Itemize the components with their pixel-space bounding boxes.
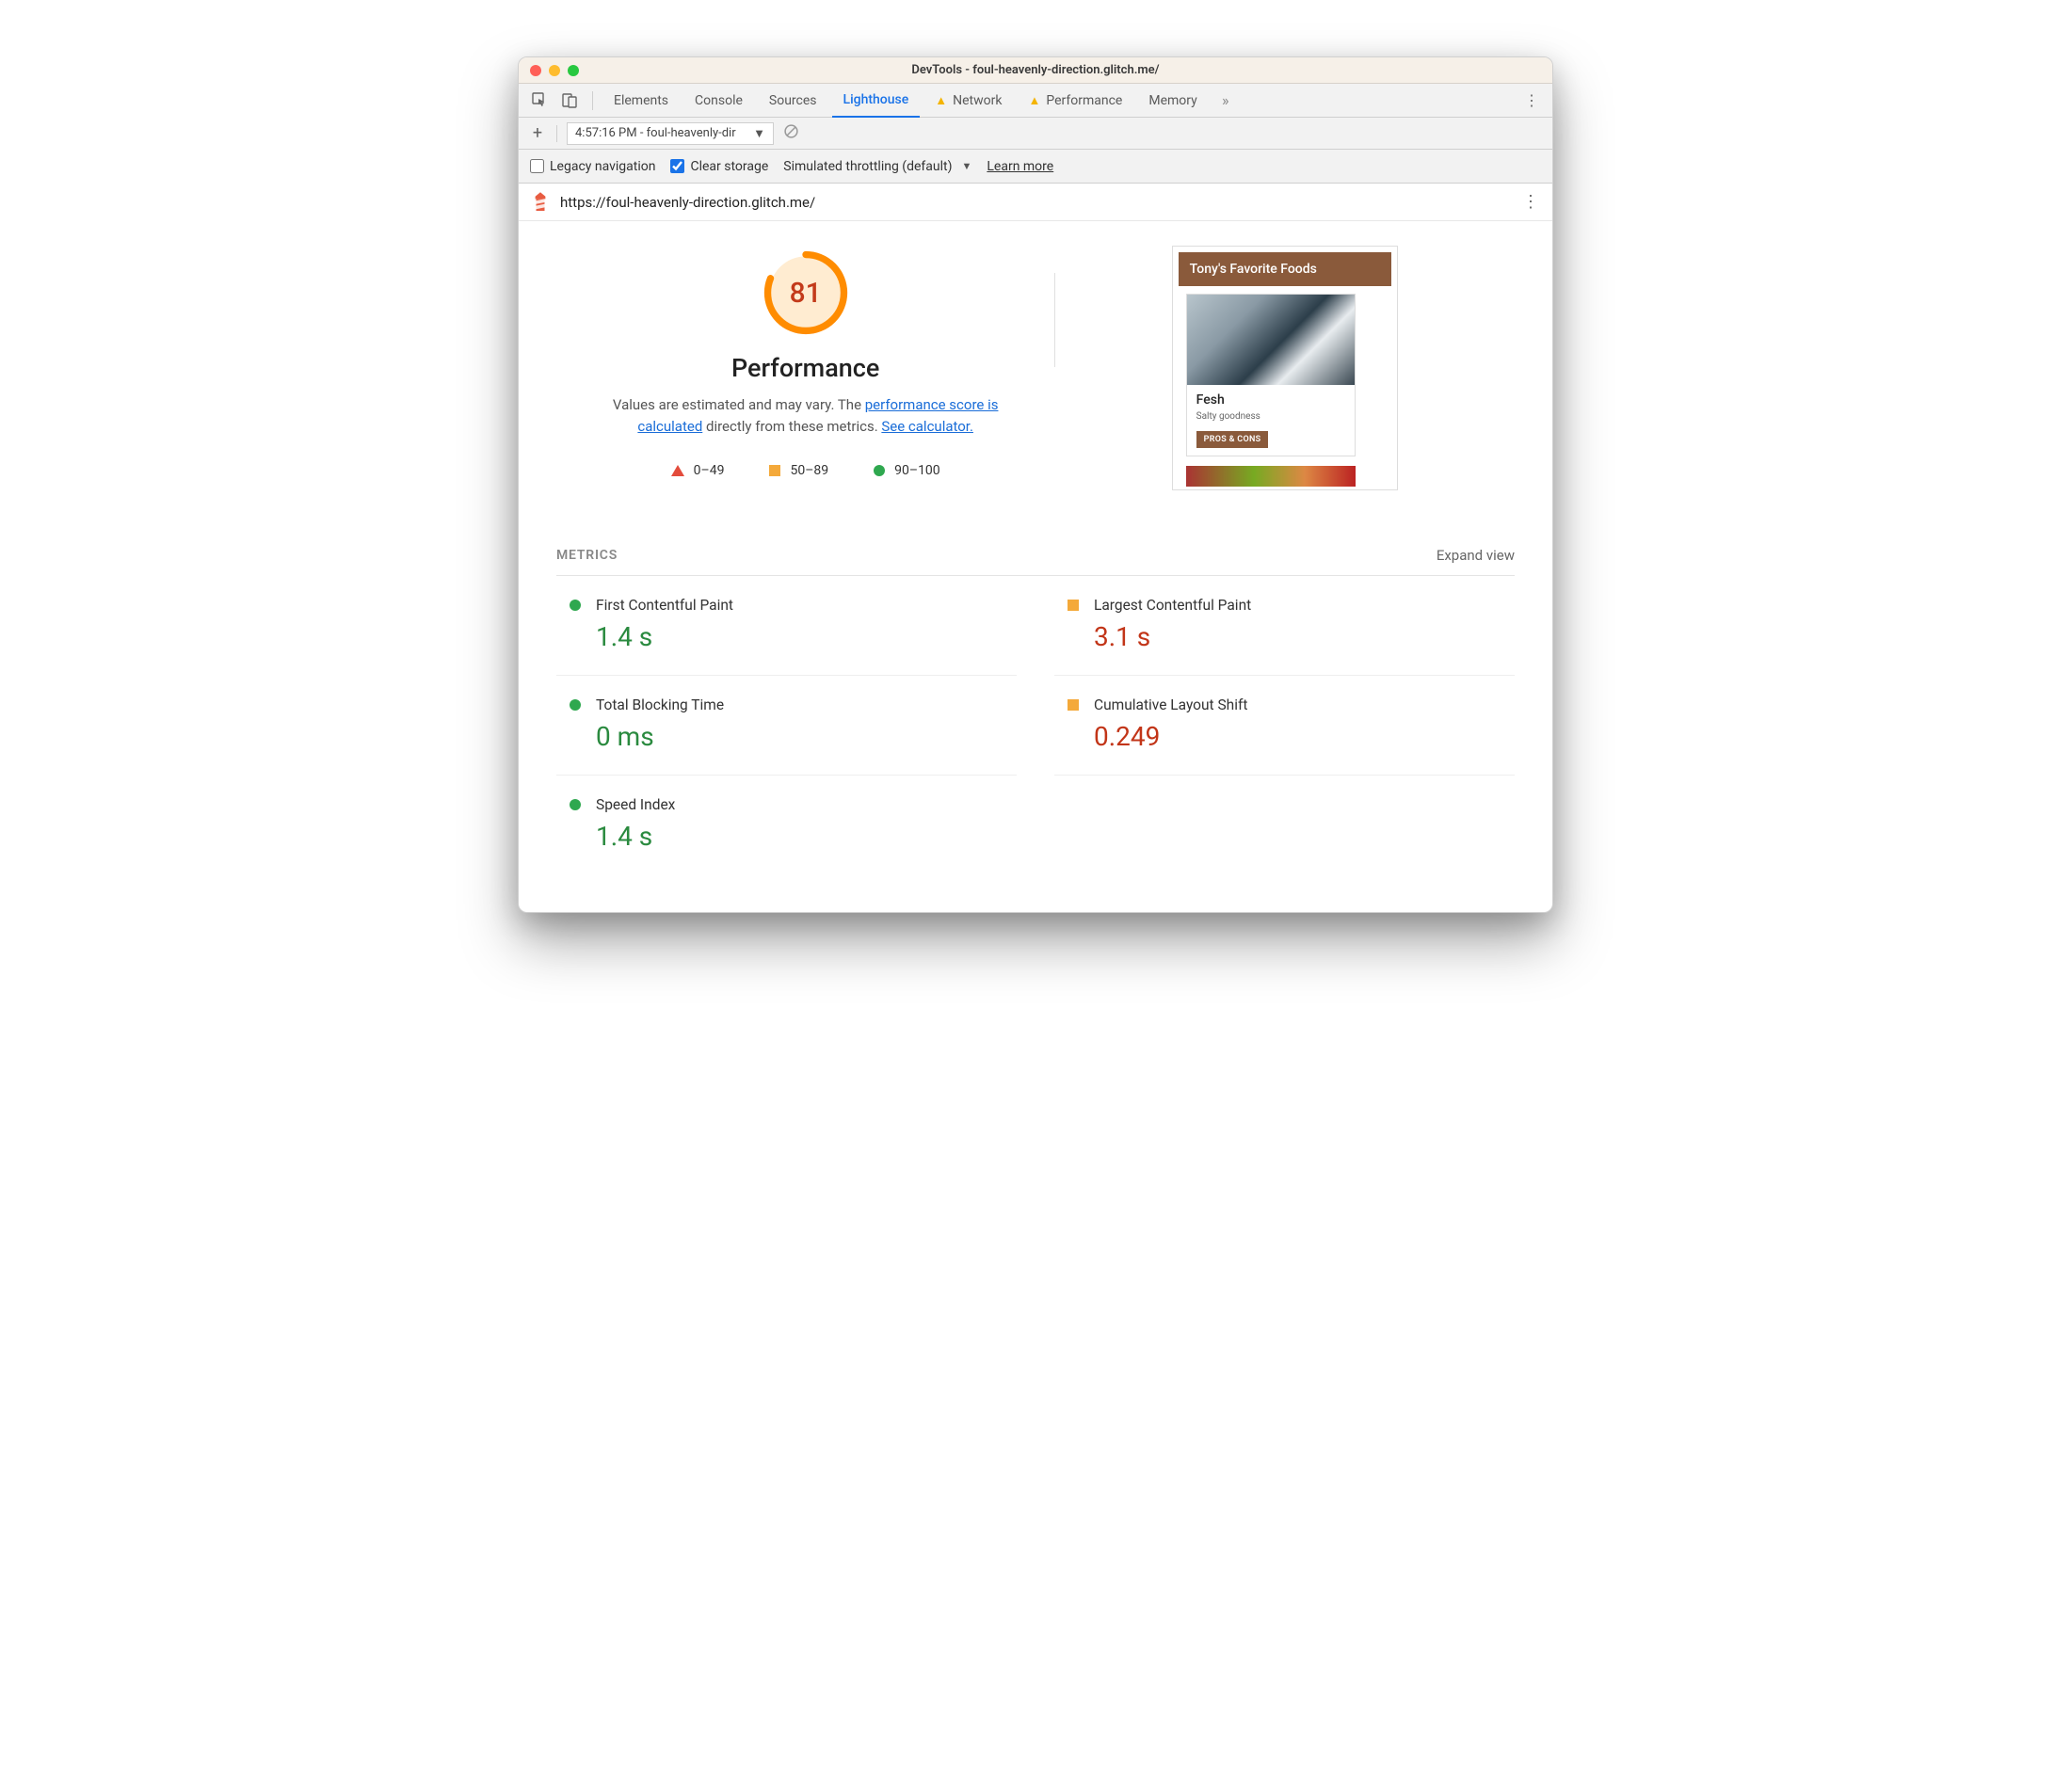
clear-storage-checkbox[interactable]: Clear storage [670, 159, 768, 174]
report-menu-icon[interactable]: ⋮ [1522, 192, 1539, 212]
tab-network[interactable]: ▲Network [923, 84, 1013, 118]
preview-header: Tony's Favorite Foods [1179, 252, 1391, 286]
preview-image [1187, 295, 1355, 385]
chevron-down-icon: ▼ [961, 160, 971, 172]
metric-tbt[interactable]: Total Blocking Time 0 ms [556, 676, 1017, 776]
score-description: Values are estimated and may vary. The p… [599, 394, 1013, 439]
report-body: 81 Performance Values are estimated and … [519, 221, 1552, 912]
report-url-row: https://foul-heavenly-direction.glitch.m… [519, 184, 1552, 221]
inspect-element-icon[interactable] [526, 88, 553, 114]
zoom-window-button[interactable] [568, 65, 579, 76]
tab-lighthouse[interactable]: Lighthouse [832, 84, 921, 118]
window-controls [530, 65, 579, 76]
legacy-nav-checkbox[interactable]: Legacy navigation [530, 159, 655, 174]
metric-fcp[interactable]: First Contentful Paint 1.4 s [556, 576, 1017, 676]
triangle-icon [671, 465, 684, 476]
minimize-window-button[interactable] [549, 65, 560, 76]
metric-value: 3.1 s [1094, 621, 1515, 652]
pass-icon [570, 699, 581, 711]
average-icon [1068, 699, 1079, 711]
category-title: Performance [731, 353, 879, 383]
new-report-button[interactable]: + [528, 123, 547, 143]
pass-icon [570, 799, 581, 810]
lighthouse-options: Legacy navigation Clear storage Simulate… [519, 150, 1552, 184]
score-hero: 81 Performance Values are estimated and … [556, 240, 1515, 490]
settings-gear-icon[interactable] [1488, 88, 1515, 114]
report-url: https://foul-heavenly-direction.glitch.m… [560, 194, 815, 211]
square-icon [769, 465, 780, 476]
tab-memory[interactable]: Memory [1137, 84, 1208, 118]
metric-si[interactable]: Speed Index 1.4 s [556, 776, 1017, 874]
average-icon [1068, 600, 1079, 611]
preview-strip [1186, 466, 1356, 487]
lighthouse-icon [532, 192, 549, 213]
pass-icon [570, 600, 581, 611]
warning-icon: ▲ [1028, 93, 1040, 108]
metrics-header: METRICS Expand view [556, 547, 1515, 576]
metrics-title: METRICS [556, 548, 618, 563]
preview-card: Fesh Salty goodness PROS & CONS [1186, 294, 1356, 456]
performance-gauge: 81 [763, 249, 849, 336]
tab-elements[interactable]: Elements [602, 84, 680, 118]
legend-fail: 0–49 [671, 463, 725, 478]
preview-card-title: Fesh [1196, 392, 1345, 408]
devtools-tabbar: Elements Console Sources Lighthouse ▲Net… [519, 84, 1552, 118]
lighthouse-toolbar: + 4:57:16 PM - foul-heavenly-dir ▼ [519, 118, 1552, 150]
page-screenshot-preview: Tony's Favorite Foods Fesh Salty goodnes… [1172, 246, 1398, 490]
preview-card-button: PROS & CONS [1196, 431, 1269, 448]
legend-average: 50–89 [769, 463, 828, 478]
metrics-grid: First Contentful Paint 1.4 s Largest Con… [556, 576, 1515, 874]
gauge-score: 81 [763, 249, 849, 336]
devtools-window: DevTools - foul-heavenly-direction.glitc… [518, 56, 1553, 913]
report-selector[interactable]: 4:57:16 PM - foul-heavenly-dir ▼ [567, 122, 774, 145]
chevron-down-icon: ▼ [753, 126, 765, 141]
window-title: DevTools - foul-heavenly-direction.glitc… [519, 63, 1552, 77]
learn-more-link[interactable]: Learn more [987, 159, 1053, 174]
tab-sources[interactable]: Sources [758, 84, 828, 118]
calculator-link[interactable]: See calculator. [881, 418, 973, 435]
metric-value: 1.4 s [596, 621, 1017, 652]
circle-icon [874, 465, 885, 476]
titlebar: DevTools - foul-heavenly-direction.glitc… [519, 57, 1552, 84]
preview-card-subtitle: Salty goodness [1196, 411, 1345, 422]
device-toggle-icon[interactable] [556, 88, 583, 114]
more-tabs-icon[interactable]: » [1212, 88, 1239, 114]
clear-icon[interactable] [783, 123, 799, 143]
warning-icon: ▲ [935, 93, 947, 108]
metric-value: 0.249 [1094, 721, 1515, 752]
tab-performance[interactable]: ▲Performance [1017, 84, 1133, 118]
metric-value: 1.4 s [596, 821, 1017, 852]
tab-console[interactable]: Console [683, 84, 754, 118]
metric-value: 0 ms [596, 721, 1017, 752]
legend-pass: 90–100 [874, 463, 940, 478]
report-selector-label: 4:57:16 PM - foul-heavenly-dir [575, 126, 736, 140]
metric-lcp[interactable]: Largest Contentful Paint 3.1 s [1054, 576, 1515, 676]
kebab-menu-icon[interactable]: ⋮ [1518, 88, 1545, 114]
score-legend: 0–49 50–89 90–100 [671, 463, 940, 478]
close-window-button[interactable] [530, 65, 541, 76]
metric-cls[interactable]: Cumulative Layout Shift 0.249 [1054, 676, 1515, 776]
throttling-select[interactable]: Simulated throttling (default) ▼ [783, 159, 971, 174]
expand-view-toggle[interactable]: Expand view [1437, 547, 1515, 564]
